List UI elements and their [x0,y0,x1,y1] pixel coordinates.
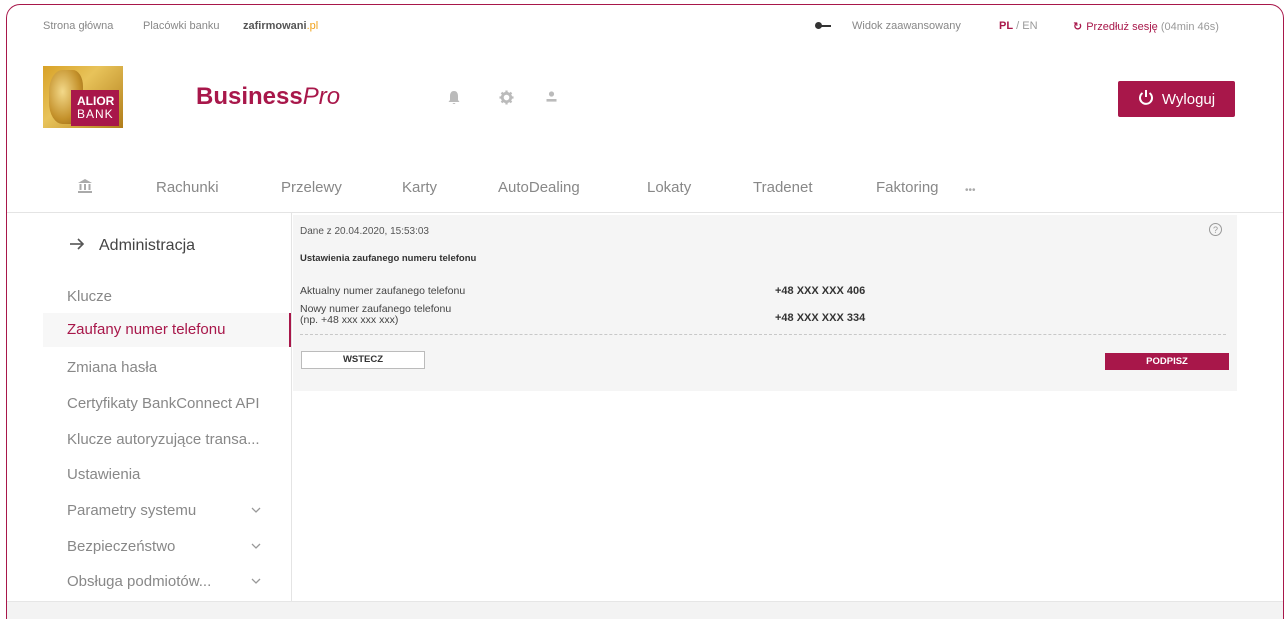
product-name: BusinessPro [196,83,340,111]
sidebar-item-entities[interactable]: Obsługa podmiotów... [67,573,267,590]
sidebar-item-label: Obsługa podmiotów... [67,573,212,590]
sidebar-item-label: Bezpieczeństwo [67,538,176,555]
dashed-divider [300,334,1226,335]
product-name-bold: Business [196,83,303,110]
advanced-view-toggle[interactable] [815,22,831,29]
user-icon[interactable] [545,90,558,108]
back-button[interactable]: WSTECZ [301,351,425,369]
logout-label: Wyloguj [1161,90,1216,108]
current-phone-value: +48 XXX XXX 406 [775,285,866,297]
bell-icon[interactable] [447,90,461,109]
gear-icon[interactable] [499,90,514,109]
nav-przelewy[interactable]: Przelewy [281,179,342,196]
footer-bar [7,601,1283,619]
sidebar-item-bankconnect-certs[interactable]: Certyfikaty BankConnect API [67,395,260,412]
extend-session-label: Przedłuż sesję [1086,21,1158,33]
nav-autodealing[interactable]: AutoDealing [498,179,580,196]
refresh-icon: ↻ [1073,21,1083,33]
extend-session[interactable]: ↻ Przedłuż sesję (04min 46s) [1073,20,1219,33]
sidebar: Administracja Klucze Zaufany numer telef… [43,213,291,603]
sidebar-item-auth-keys[interactable]: Klucze autoryzujące transa... [67,431,260,448]
sidebar-item-trusted-phone[interactable]: Zaufany numer telefonu [43,313,291,347]
product-name-italic: Pro [302,83,341,110]
chevron-down-icon [251,573,261,587]
logo-text-box: ALIOR BANK [71,90,119,126]
sidebar-item-klucze[interactable]: Klucze [67,288,112,305]
nav-faktoring[interactable]: Faktoring [876,179,939,196]
sidebar-item-system-params[interactable]: Parametry systemu [67,502,267,519]
zafirmowani-suffix: .pl [306,20,319,32]
power-icon [1138,89,1154,110]
top-bar: Strona główna Placówki banku zafirmowani… [7,5,1283,45]
home-link[interactable]: Strona główna [43,20,113,32]
new-phone-value: +48 XXX XXX 334 [775,312,866,324]
sidebar-title: Administracja [99,236,196,254]
zafirmowani-brand: zafirmowani [243,20,307,32]
arrow-right-icon [69,235,85,256]
help-icon[interactable]: ? [1209,223,1222,236]
alior-bank-logo[interactable]: ALIOR BANK [43,66,123,128]
nav-lokaty[interactable]: Lokaty [647,179,691,196]
lang-pl[interactable]: PL [999,20,1013,32]
new-phone-label-hint: (np. +48 xxx xxx xxx) [300,314,399,326]
sidebar-item-label: Parametry systemu [67,502,197,519]
nav-rachunki[interactable]: Rachunki [156,179,219,196]
logo-line-2: BANK [77,107,114,121]
sidebar-item-settings[interactable]: Ustawienia [67,466,140,483]
lang-en[interactable]: EN [1022,20,1037,32]
main-nav: Rachunki Przelewy Karty AutoDealing Loka… [7,171,1283,211]
zafirmowani-link[interactable]: zafirmowani.pl [243,20,318,32]
new-phone-label: Nowy numer zaufanego telefonu (np. +48 x… [300,304,451,326]
app-frame: Strona główna Placówki banku zafirmowani… [6,4,1284,619]
language-switcher: PL / EN [999,20,1038,32]
advanced-view-label: Widok zaawansowany [852,20,961,32]
nav-tradenet[interactable]: Tradenet [753,179,812,196]
nav-more-icon[interactable]: ••• [965,185,976,196]
bank-icon[interactable] [77,178,93,199]
chevron-down-icon [251,538,261,552]
branches-link[interactable]: Placówki banku [143,20,219,32]
current-phone-label: Aktualny numer zaufanego telefonu [300,285,466,297]
nav-karty[interactable]: Karty [402,179,437,196]
sidebar-header[interactable]: Administracja [69,235,195,256]
lang-separator: / [1016,20,1020,32]
session-timer: (04min 46s) [1160,21,1219,33]
sidebar-item-password-change[interactable]: Zmiana hasła [67,359,157,376]
sidebar-item-security[interactable]: Bezpieczeństwo [67,538,267,555]
sidebar-divider [291,213,292,603]
section-title: Ustawienia zaufanego numeru telefonu [300,253,477,264]
logout-button[interactable]: Wyloguj [1118,81,1235,117]
chevron-down-icon [251,502,261,516]
data-timestamp: Dane z 20.04.2020, 15:53:03 [300,226,429,237]
trusted-phone-panel: Dane z 20.04.2020, 15:53:03 ? Ustawienia… [293,215,1237,391]
sign-button[interactable]: PODPISZ [1105,353,1229,370]
